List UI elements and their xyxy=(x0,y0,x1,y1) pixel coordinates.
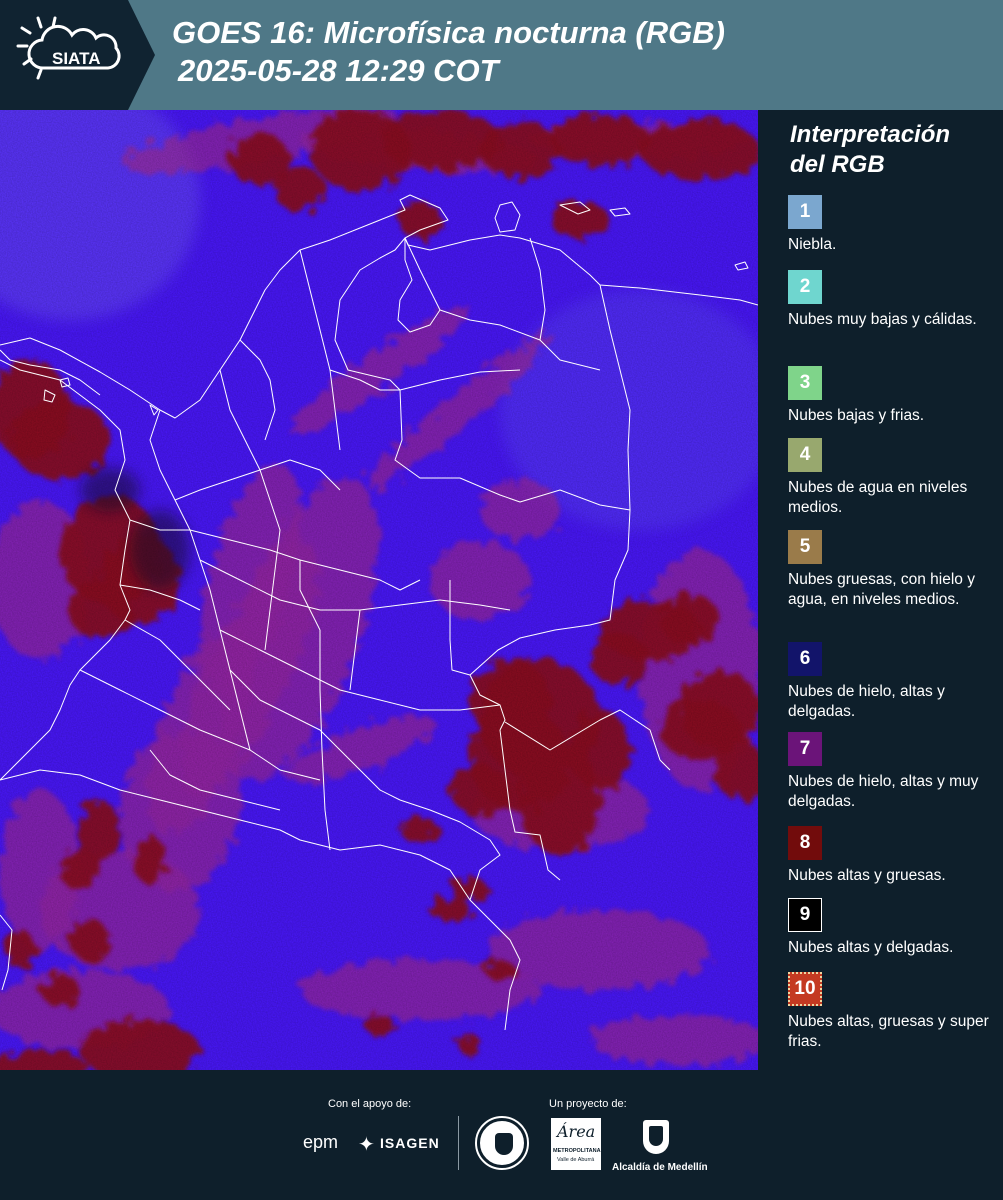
satellite-map xyxy=(0,110,758,1070)
legend-item-3: 3 Nubes bajas y frias. xyxy=(788,366,998,426)
legend-swatch: 10 xyxy=(788,972,822,1006)
legend-swatch: 9 xyxy=(788,898,822,932)
legend-item-5: 5 Nubes gruesas, con hielo y agua, en ni… xyxy=(788,530,998,610)
legend-label: Nubes de hielo, altas y muy delgadas. xyxy=(788,773,979,810)
legend-label: Nubes altas y gruesas. xyxy=(788,867,946,884)
page-title: GOES 16: Microfísica nocturna (RGB) 2025… xyxy=(172,14,725,90)
area-logo-sub: METROPOLITANA xyxy=(553,1148,601,1154)
area-metropolitana-logo: Área METROPOLITANA Valle de Aburrá xyxy=(551,1118,601,1170)
legend-swatch: 8 xyxy=(788,826,822,860)
header-bar: SIATA GOES 16: Microfísica nocturna (RGB… xyxy=(0,0,1003,110)
seal-emblem-icon xyxy=(495,1133,513,1155)
support-label: Con el apoyo de: xyxy=(328,1098,412,1110)
legend-panel: Interpretación del RGB 1 Niebla. 2 Nubes… xyxy=(760,110,1003,1070)
rgb-composite-image xyxy=(0,110,758,1070)
legend-swatch: 3 xyxy=(788,366,822,400)
legend-item-10: 10 Nubes altas, gruesas y super frias. xyxy=(788,972,998,1052)
title-product: GOES 16: Microfísica nocturna (RGB) xyxy=(172,15,725,50)
legend-item-2: 2 Nubes muy bajas y cálidas. xyxy=(788,270,998,330)
footer: Con el apoyo de: Un proyecto de: epm ✦ I… xyxy=(0,1070,1003,1200)
legend-label: Nubes altas y delgadas. xyxy=(788,939,954,956)
legend-swatch: 4 xyxy=(788,438,822,472)
legend-item-4: 4 Nubes de agua en niveles medios. xyxy=(788,438,998,518)
legend-item-6: 6 Nubes de hielo, altas y delgadas. xyxy=(788,642,998,722)
legend-label: Niebla. xyxy=(788,236,837,253)
alcaldia-logo xyxy=(637,1116,677,1156)
footer-divider xyxy=(458,1116,459,1170)
title-datetime: 2025-05-28 12:29 COT xyxy=(178,53,499,88)
legend-swatch: 7 xyxy=(788,732,822,766)
legend-label: Nubes muy bajas y cálidas. xyxy=(788,311,977,328)
legend-item-1: 1 Niebla. xyxy=(788,195,998,255)
legend-swatch: 1 xyxy=(788,195,822,229)
legend-swatch: 2 xyxy=(788,270,822,304)
legend-label: Nubes bajas y frias. xyxy=(788,407,925,424)
alcaldia-logo-text: Alcaldía de Medellín xyxy=(612,1162,708,1173)
siata-logo-text: SIATA xyxy=(52,49,100,68)
legend-label: Nubes altas, gruesas y super frias. xyxy=(788,1013,989,1050)
legend-title-line1: Interpretación xyxy=(790,121,951,148)
legend-item-8: 8 Nubes altas y gruesas. xyxy=(788,826,998,886)
area-logo-text: Área xyxy=(557,1122,596,1141)
legend-swatch: 6 xyxy=(788,642,822,676)
legend-item-9: 9 Nubes altas y delgadas. xyxy=(788,898,998,958)
legend-swatch: 5 xyxy=(788,530,822,564)
legend-label: Nubes de agua en niveles medios. xyxy=(788,479,968,516)
isagen-mark-icon: ✦ xyxy=(358,1134,375,1156)
legend-title-line2: del RGB xyxy=(790,151,885,178)
project-label: Un proyecto de: xyxy=(549,1098,627,1110)
siata-logo: SIATA xyxy=(0,0,155,110)
legend-label: Nubes gruesas, con hielo y agua, en nive… xyxy=(788,571,975,608)
legend-item-7: 7 Nubes de hielo, altas y muy delgadas. xyxy=(788,732,998,812)
area-logo-sub2: Valle de Aburrá xyxy=(557,1157,595,1163)
isagen-logo-text: ISAGEN xyxy=(380,1135,440,1151)
legend-label: Nubes de hielo, altas y delgadas. xyxy=(788,683,945,720)
antioquia-seal-logo xyxy=(475,1116,529,1170)
legend-title: Interpretación del RGB xyxy=(790,120,950,180)
epm-logo: epm xyxy=(303,1132,339,1152)
